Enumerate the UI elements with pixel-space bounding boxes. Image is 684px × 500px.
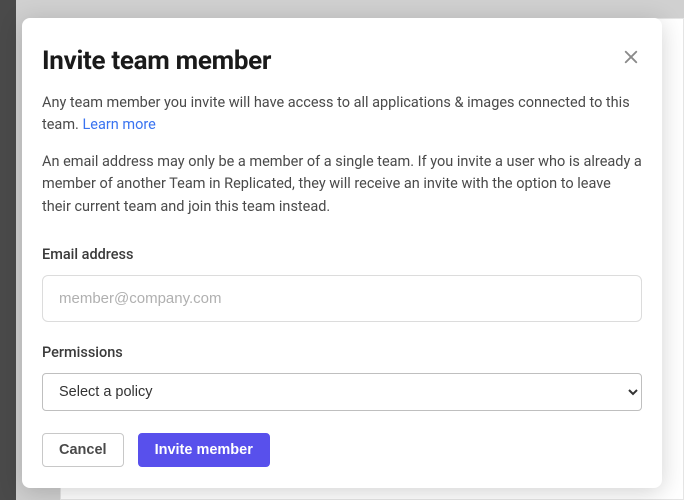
- modal-title: Invite team member: [42, 46, 271, 76]
- modal-description: Any team member you invite will have acc…: [42, 92, 642, 137]
- invite-member-button[interactable]: Invite member: [138, 433, 270, 467]
- close-button[interactable]: [620, 46, 642, 71]
- email-field[interactable]: [42, 275, 642, 322]
- cancel-button[interactable]: Cancel: [42, 433, 124, 467]
- modal-header: Invite team member: [42, 46, 642, 76]
- backdrop-stripe: [0, 0, 16, 500]
- button-row: Cancel Invite member: [42, 433, 642, 467]
- learn-more-link[interactable]: Learn more: [82, 116, 155, 133]
- permissions-select[interactable]: Select a policy: [42, 373, 642, 411]
- permissions-label: Permissions: [42, 344, 642, 361]
- invite-member-modal: Invite team member Any team member you i…: [22, 18, 662, 488]
- email-label: Email address: [42, 246, 642, 263]
- modal-note: An email address may only be a member of…: [42, 151, 642, 218]
- close-icon: [622, 48, 640, 69]
